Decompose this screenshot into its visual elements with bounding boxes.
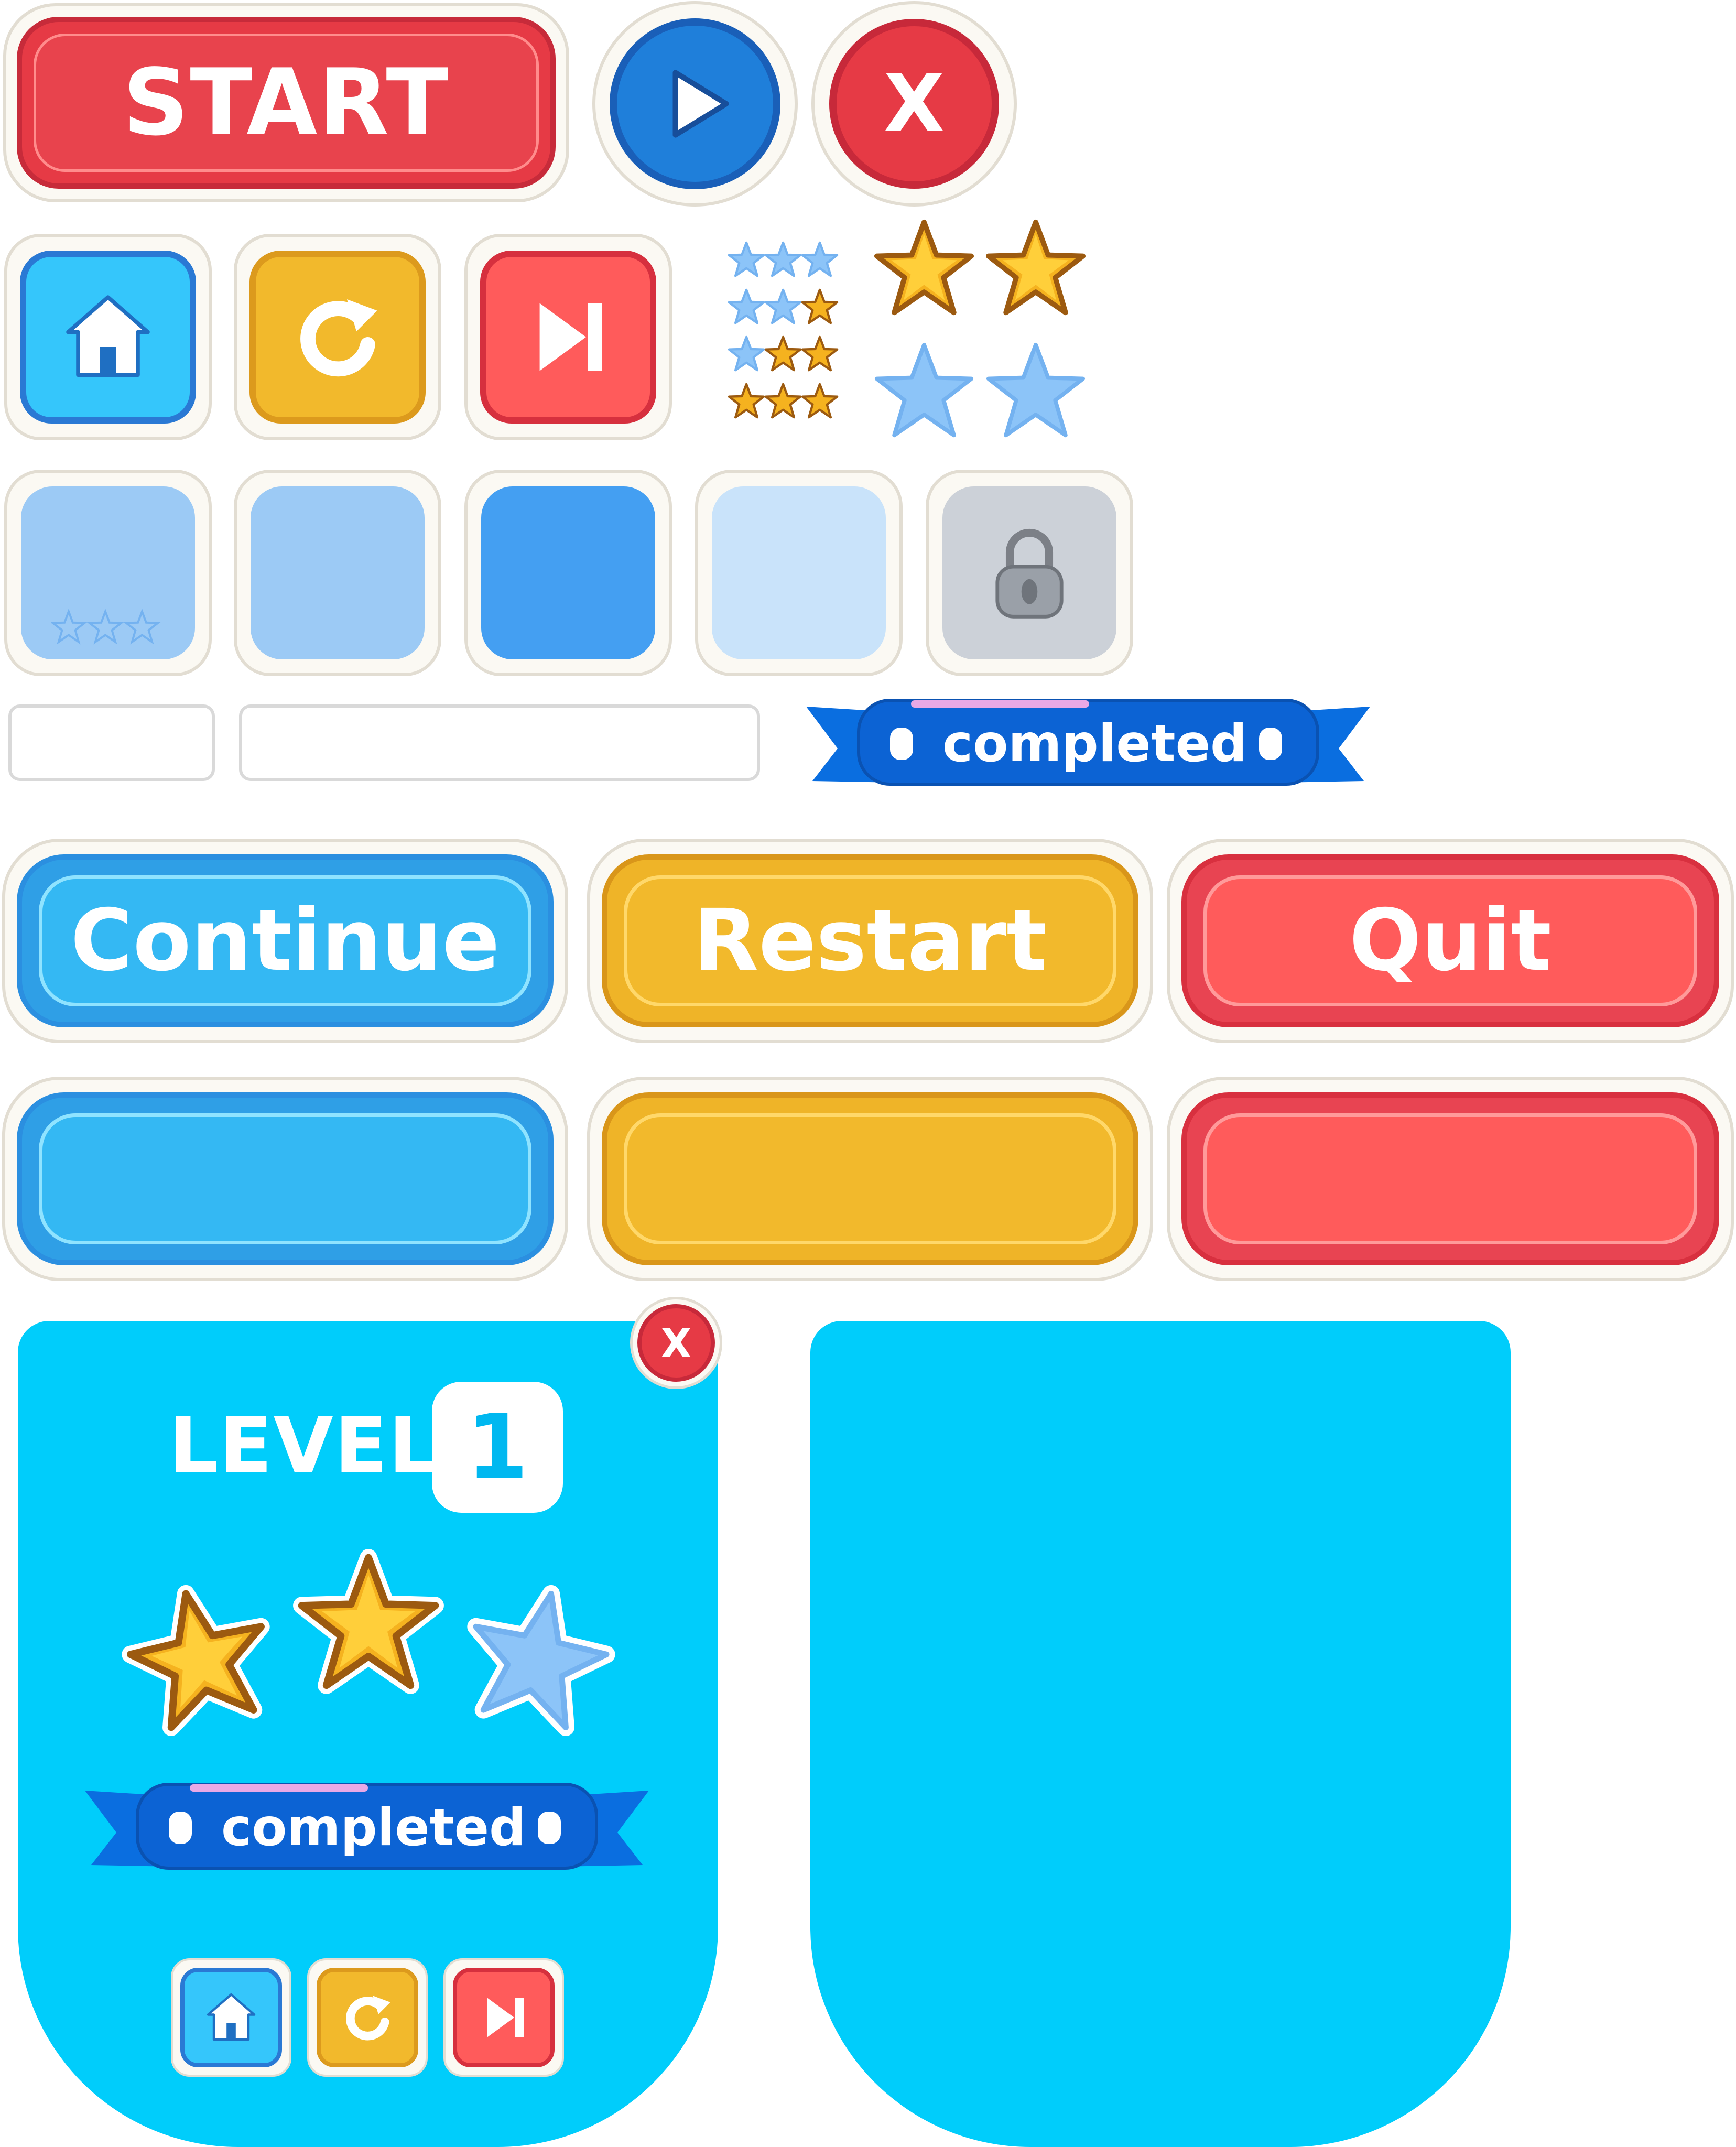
panel-home-button[interactable] bbox=[180, 1968, 282, 2067]
star-empty-sample-1 bbox=[873, 341, 975, 443]
mini-star-empty bbox=[764, 241, 802, 277]
text-field-long[interactable] bbox=[239, 704, 760, 781]
blank-blue-button[interactable] bbox=[17, 1092, 554, 1265]
completed-label: completed bbox=[942, 714, 1247, 774]
panel-star-2 bbox=[293, 1549, 444, 1694]
quit-label: Quit bbox=[1349, 892, 1551, 990]
restart-button[interactable] bbox=[249, 251, 426, 424]
home-button[interactable] bbox=[20, 251, 196, 424]
mini-star-gold bbox=[801, 335, 839, 372]
level-tile-pale[interactable] bbox=[712, 486, 886, 659]
level-tile-locked bbox=[942, 486, 1116, 659]
lock-icon bbox=[995, 528, 1064, 619]
mini-star-gold bbox=[801, 288, 839, 324]
level-number-box: 1 bbox=[432, 1382, 563, 1513]
panel-close-icon: X bbox=[660, 1319, 692, 1367]
blank-panel bbox=[810, 1321, 1511, 2147]
skip-button[interactable] bbox=[480, 251, 656, 424]
panel-star-3 bbox=[456, 1578, 619, 1737]
mini-star-empty bbox=[728, 288, 765, 324]
quit-button[interactable]: Quit bbox=[1181, 854, 1719, 1027]
level-tile-light[interactable] bbox=[251, 486, 425, 659]
mini-star-empty bbox=[728, 241, 765, 277]
mini-star-empty bbox=[728, 335, 765, 372]
skip-icon bbox=[539, 303, 602, 371]
mini-star-gold bbox=[728, 383, 765, 419]
mini-star-gold bbox=[801, 383, 839, 419]
panel-completed-label: completed bbox=[221, 1798, 526, 1858]
blank-yellow-button[interactable] bbox=[602, 1092, 1138, 1265]
blank-red-button[interactable] bbox=[1181, 1092, 1719, 1265]
star-rating-samples bbox=[728, 241, 844, 430]
level-number: 1 bbox=[466, 1395, 529, 1499]
mini-star-empty bbox=[801, 241, 839, 277]
level-tile-star-row bbox=[51, 609, 161, 645]
continue-button[interactable]: Continue bbox=[17, 854, 554, 1027]
star-gold-sample-2 bbox=[984, 218, 1087, 321]
play-icon bbox=[672, 70, 729, 138]
panel-close-button[interactable]: X bbox=[637, 1304, 715, 1382]
start-label: START bbox=[123, 49, 450, 156]
play-button[interactable] bbox=[610, 18, 780, 189]
star-empty-sample-2 bbox=[984, 341, 1087, 443]
level-tile-stars[interactable] bbox=[21, 486, 195, 659]
star-gold-sample-1 bbox=[873, 218, 975, 321]
mini-star-gold bbox=[764, 335, 802, 372]
panel-home-icon bbox=[207, 1993, 256, 2041]
completed-ribbon: completed bbox=[806, 691, 1370, 796]
mini-star-empty bbox=[764, 288, 802, 324]
close-icon: X bbox=[884, 58, 945, 149]
close-button[interactable]: X bbox=[829, 19, 999, 189]
continue-label: Continue bbox=[70, 892, 500, 990]
text-field-short[interactable] bbox=[8, 704, 215, 781]
panel-skip-icon bbox=[487, 1998, 524, 2037]
start-button[interactable]: START bbox=[17, 17, 556, 189]
level-title: LEVEL bbox=[169, 1401, 439, 1491]
level-tile-active[interactable] bbox=[481, 486, 655, 659]
panel-restart-button[interactable] bbox=[317, 1968, 418, 2067]
panel-completed-ribbon: completed bbox=[85, 1775, 649, 1880]
restart-icon bbox=[300, 299, 377, 377]
panel-star-1 bbox=[118, 1578, 281, 1740]
panel-skip-button[interactable] bbox=[453, 1968, 555, 2067]
mini-star-gold bbox=[764, 383, 802, 419]
panel-restart-icon bbox=[346, 1996, 390, 2041]
restart-label: Restart bbox=[693, 892, 1047, 990]
restart-text-button[interactable]: Restart bbox=[602, 854, 1138, 1027]
home-icon bbox=[66, 295, 150, 377]
